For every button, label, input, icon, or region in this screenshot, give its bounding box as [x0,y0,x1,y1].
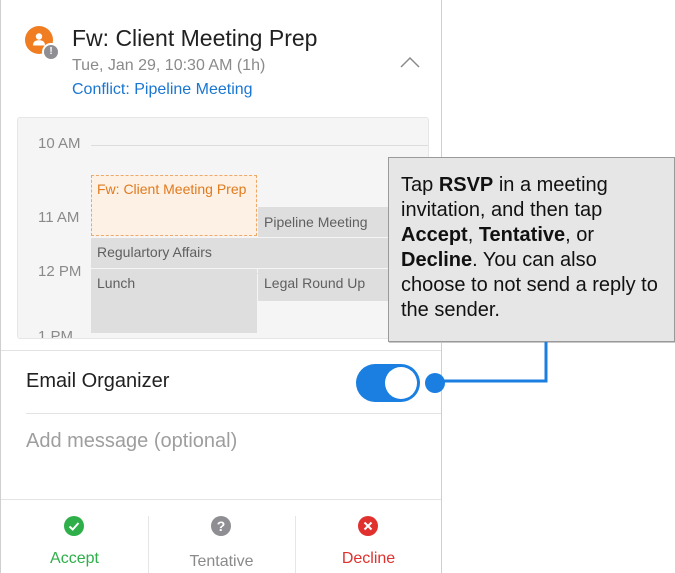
callout-text: , [467,224,479,246]
calendar-event[interactable]: Regulartory Affairs [91,238,428,268]
divider [1,350,441,351]
callout-bold-decline: Decline [401,249,473,271]
conflict-link[interactable]: Conflict: Pipeline Meeting [72,81,253,99]
tentative-label: Tentative [189,553,254,570]
hour-label: 1 PM [38,328,74,339]
calendar-event[interactable]: Lunch [91,269,257,333]
event-title: Fw: Client Meeting Prep [72,25,318,51]
email-organizer-label: Email Organizer [26,370,170,392]
callout-text: , or [565,224,595,246]
accept-button[interactable]: Accept [1,516,148,573]
hour-label: 10 AM [38,135,81,152]
organizer-avatar-icon: ! [25,26,60,61]
warning-badge-icon: ! [42,43,60,61]
callout-bold-accept: Accept [401,224,468,246]
accept-label: Accept [50,550,99,567]
help-callout: Tap RSVP in a meeting invitation, and th… [388,157,675,342]
callout-bold-rsvp: RSVP [438,174,494,196]
callout-bold-tentative: Tentative [478,224,566,246]
event-time: Tue, Jan 29, 10:30 AM (1h) [72,57,266,74]
question-circle-icon: ? [211,516,231,536]
check-circle-icon [64,516,84,536]
divider [26,413,441,414]
x-circle-icon [358,516,378,536]
hour-label: 12 PM [38,263,82,280]
chevron-up-icon[interactable] [399,55,421,69]
message-input[interactable]: Add message (optional) [26,430,237,453]
decline-label: Decline [341,550,396,567]
callout-text: Tap [401,174,439,196]
calendar-event-selected[interactable]: Fw: Client Meeting Prep [91,175,257,236]
hour-label: 11 AM [38,209,80,226]
calendar-preview: 10 AM 11 AM 12 PM 1 PM Fw: Client Meetin… [17,117,429,339]
hour-line [91,145,428,146]
decline-button[interactable]: Decline [295,516,441,573]
divider [1,499,441,500]
email-organizer-toggle[interactable] [356,364,420,402]
toggle-knob [385,367,417,399]
question-glyph: ? [217,518,226,534]
tentative-button[interactable]: ? Tentative [148,516,295,573]
rsvp-screen: ! Fw: Client Meeting Prep Tue, Jan 29, 1… [0,0,442,573]
